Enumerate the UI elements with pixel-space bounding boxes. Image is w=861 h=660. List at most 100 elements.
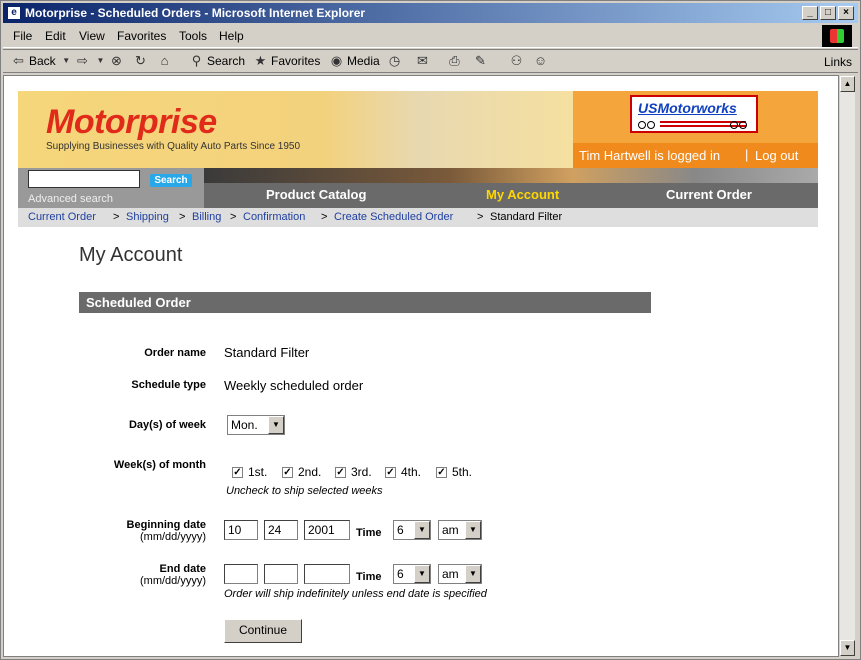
week-3-checkbox[interactable]: ✓ 3rd. bbox=[335, 465, 372, 479]
windows-logo-icon bbox=[822, 25, 852, 47]
close-button[interactable]: × bbox=[838, 6, 854, 20]
page-title: My Account bbox=[79, 244, 183, 266]
nav-my-account[interactable]: My Account bbox=[486, 187, 559, 202]
site-tagline: Supplying Businesses with Quality Auto P… bbox=[46, 141, 301, 152]
search-submit-button[interactable]: Search bbox=[150, 174, 192, 187]
discuss-button[interactable]: ⚇ bbox=[509, 53, 524, 68]
advanced-search-link[interactable]: Advanced search bbox=[28, 193, 113, 205]
crumb-current-order[interactable]: Current Order bbox=[28, 211, 96, 223]
menu-help[interactable]: Help bbox=[219, 29, 244, 43]
printer-icon: ⎙ bbox=[449, 53, 460, 68]
dropdown-arrow-icon: ▼ bbox=[96, 56, 105, 65]
breadcrumb: Current Order > Shipping > Billing > Con… bbox=[18, 208, 818, 227]
links-button[interactable]: Links bbox=[824, 55, 852, 69]
checkmark-icon: ✓ bbox=[232, 466, 243, 478]
end-year-input[interactable] bbox=[304, 564, 350, 584]
menu-file[interactable]: File bbox=[13, 29, 32, 43]
mail-icon: ✉ bbox=[417, 53, 428, 68]
week-4-checkbox[interactable]: ✓ 4th. bbox=[385, 465, 421, 479]
days-of-week-label: Day(s) of week bbox=[128, 419, 206, 431]
weeks-note: Uncheck to ship selected weeks bbox=[226, 485, 383, 497]
chevron-down-icon: ▼ bbox=[268, 416, 284, 434]
minimize-button[interactable]: _ bbox=[802, 6, 818, 20]
week-1-checkbox[interactable]: ✓ 1st. bbox=[232, 465, 267, 479]
login-bar: Tim Hartwell is logged in | Log out bbox=[573, 143, 818, 168]
crumb-separator: > bbox=[179, 211, 186, 223]
toolbar: ⇦ Back ▼ ⇨ ▼ ⊗ ↻ ⌂ ⚲ Search ★ Favorites … bbox=[3, 49, 858, 73]
crumb-shipping[interactable]: Shipping bbox=[126, 211, 169, 223]
begin-month-input[interactable]: 10 bbox=[224, 520, 258, 540]
partner-logo[interactable]: USMotorworks bbox=[630, 95, 758, 133]
crumb-confirmation[interactable]: Confirmation bbox=[243, 211, 305, 223]
main-nav: Product Catalog My Account Current Order bbox=[204, 183, 818, 208]
crumb-separator: > bbox=[113, 211, 120, 223]
menu-tools[interactable]: Tools bbox=[179, 29, 207, 43]
messenger-button[interactable]: ☺ bbox=[533, 53, 548, 68]
search-input[interactable] bbox=[28, 170, 140, 188]
home-button[interactable]: ⌂ bbox=[157, 53, 172, 68]
stop-icon: ⊗ bbox=[111, 53, 122, 68]
end-day-input[interactable] bbox=[264, 564, 298, 584]
print-button[interactable]: ⎙ bbox=[447, 53, 462, 68]
back-button[interactable]: ⇦ Back ▼ bbox=[11, 53, 74, 68]
end-date-label: End date (mm/dd/yyyy) bbox=[76, 563, 206, 587]
forward-button[interactable]: ⇨ ▼ bbox=[75, 53, 108, 68]
menu-view[interactable]: View bbox=[79, 29, 105, 43]
menu-favorites[interactable]: Favorites bbox=[117, 29, 166, 43]
day-of-week-select[interactable]: Mon. ▼ bbox=[227, 415, 285, 435]
weeks-of-month-label: Week(s) of month bbox=[113, 459, 206, 471]
edit-button[interactable]: ✎ bbox=[473, 53, 488, 68]
edit-icon: ✎ bbox=[475, 53, 486, 68]
header-account-panel: USMotorworks Tim Hartwell is logged in |… bbox=[573, 91, 818, 168]
history-icon: ◷ bbox=[388, 53, 401, 68]
begin-hour-select[interactable]: 6 ▼ bbox=[393, 520, 431, 540]
begin-time-label: Time bbox=[356, 527, 382, 539]
week-5-checkbox[interactable]: ✓ 5th. bbox=[436, 465, 472, 479]
search-icon: ⚲ bbox=[191, 53, 202, 68]
search-button[interactable]: ⚲ Search bbox=[189, 53, 245, 68]
end-month-input[interactable] bbox=[224, 564, 258, 584]
chevron-down-icon: ▼ bbox=[465, 521, 481, 539]
menu-edit[interactable]: Edit bbox=[45, 29, 66, 43]
stop-button[interactable]: ⊗ bbox=[109, 53, 124, 68]
begin-ampm-select[interactable]: am ▼ bbox=[438, 520, 482, 540]
media-button[interactable]: ◉ Media bbox=[329, 53, 380, 68]
nav-banner-image bbox=[204, 168, 818, 183]
beginning-date-label: Beginning date (mm/dd/yyyy) bbox=[76, 519, 206, 543]
logout-link[interactable]: Log out bbox=[755, 148, 798, 163]
begin-day-input[interactable]: 24 bbox=[264, 520, 298, 540]
end-hour-select[interactable]: 6 ▼ bbox=[393, 564, 431, 584]
date-format-hint: (mm/dd/yyyy) bbox=[140, 531, 206, 543]
week-2-checkbox[interactable]: ✓ 2nd. bbox=[282, 465, 321, 479]
maximize-button[interactable]: □ bbox=[820, 6, 836, 20]
header-banner: Motorprise Supplying Businesses with Qua… bbox=[18, 91, 573, 168]
date-format-hint: (mm/dd/yyyy) bbox=[140, 575, 206, 587]
forward-arrow-icon: ⇨ bbox=[77, 53, 88, 68]
end-date-note: Order will ship indefinitely unless end … bbox=[224, 588, 487, 600]
scroll-up-icon[interactable]: ▲ bbox=[840, 76, 855, 92]
order-name-value: Standard Filter bbox=[224, 345, 310, 360]
nav-current-order[interactable]: Current Order bbox=[666, 187, 752, 202]
end-time-label: Time bbox=[356, 571, 382, 583]
refresh-button[interactable]: ↻ bbox=[133, 53, 148, 68]
title-bar: e Motorprise - Scheduled Orders - Micros… bbox=[3, 3, 858, 23]
begin-year-input[interactable]: 2001 bbox=[304, 520, 350, 540]
end-ampm-select[interactable]: am ▼ bbox=[438, 564, 482, 584]
crumb-create-scheduled-order[interactable]: Create Scheduled Order bbox=[334, 211, 453, 223]
chevron-down-icon: ▼ bbox=[414, 565, 430, 583]
scroll-down-icon[interactable]: ▼ bbox=[840, 640, 855, 656]
crumb-separator: > bbox=[477, 211, 484, 223]
mail-button[interactable]: ✉ bbox=[415, 53, 430, 68]
order-name-label: Order name bbox=[144, 347, 206, 359]
site-logo[interactable]: Motorprise bbox=[46, 103, 217, 142]
vertical-scrollbar[interactable]: ▲ ▼ bbox=[839, 75, 856, 657]
browser-window: e Motorprise - Scheduled Orders - Micros… bbox=[0, 0, 861, 660]
messenger-icon: ☺ bbox=[533, 53, 548, 68]
nav-product-catalog[interactable]: Product Catalog bbox=[266, 187, 366, 202]
crumb-standard-filter: Standard Filter bbox=[490, 211, 563, 223]
history-button[interactable]: ◷ bbox=[387, 53, 402, 68]
favorites-button[interactable]: ★ Favorites bbox=[253, 53, 321, 68]
continue-button[interactable]: Continue bbox=[224, 619, 302, 643]
crumb-billing[interactable]: Billing bbox=[192, 211, 221, 223]
media-icon: ◉ bbox=[330, 53, 343, 68]
